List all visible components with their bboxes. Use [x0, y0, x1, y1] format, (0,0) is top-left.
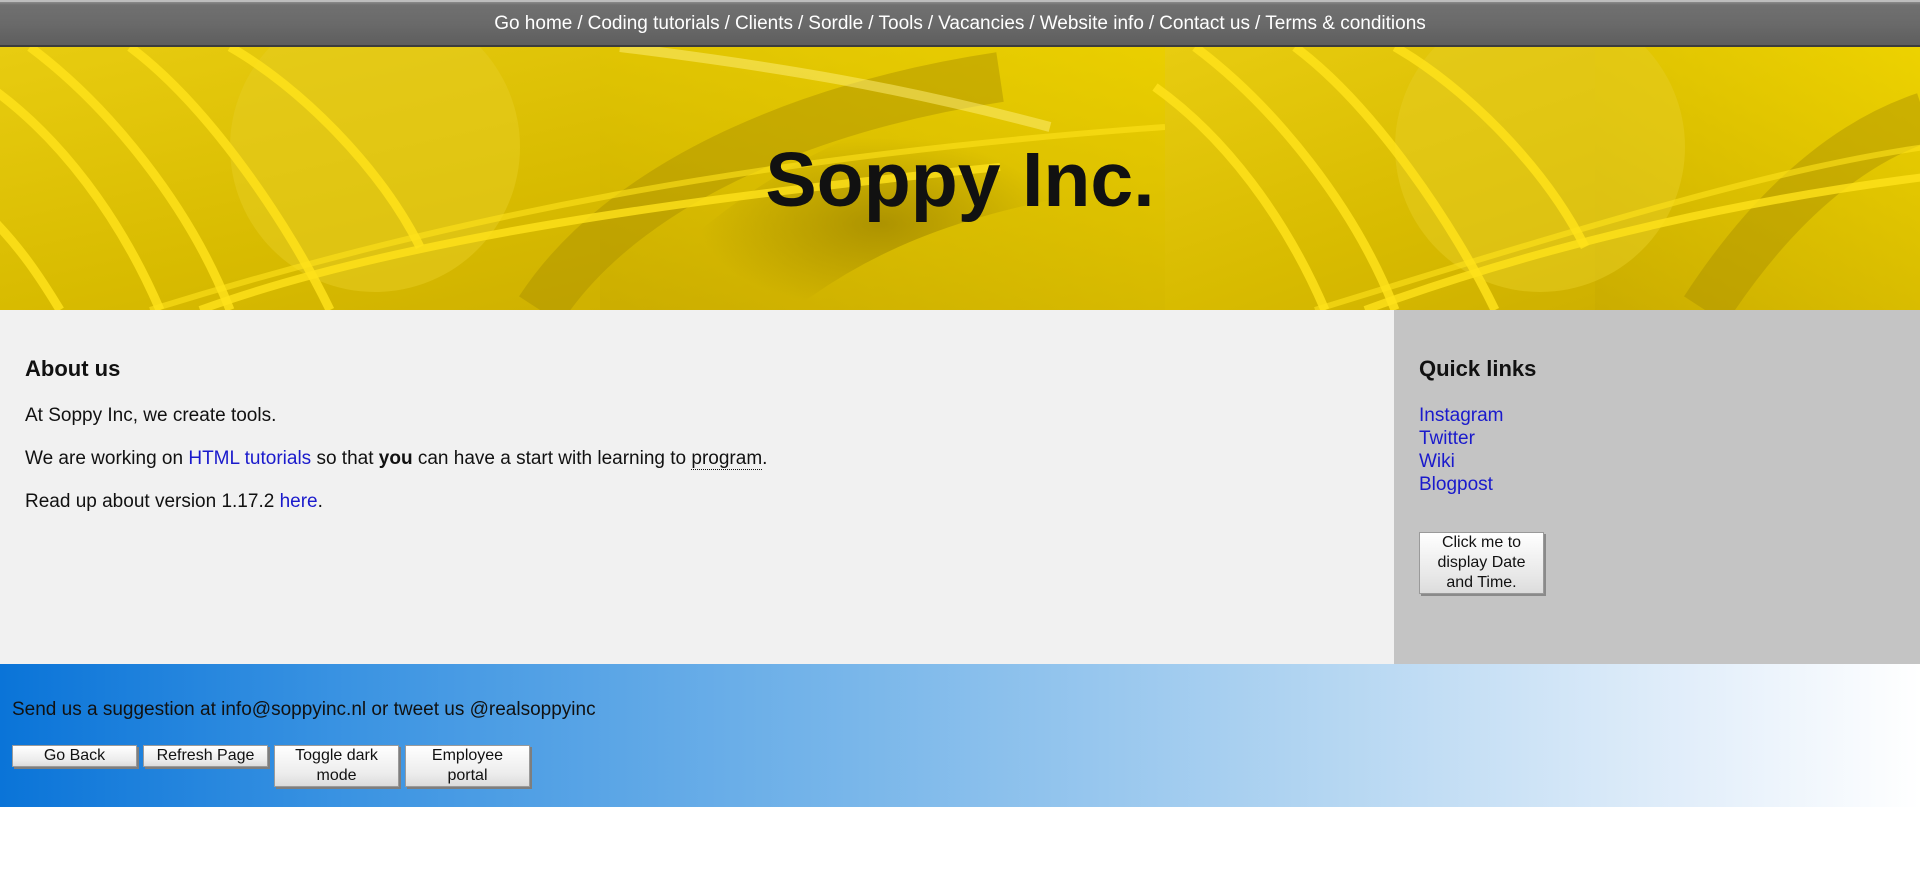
- about-line-2-pre: We are working on: [25, 448, 189, 469]
- about-line-2-end: .: [762, 448, 768, 469]
- nav-link-terms-conditions[interactable]: Terms & conditions: [1265, 13, 1426, 35]
- footer-button-row: Go Back Refresh Page Toggle dark mode Em…: [12, 745, 1908, 787]
- nav-link-website-info[interactable]: Website info: [1040, 13, 1144, 35]
- about-line-3-pre: Read up about version 1.17.2: [25, 491, 280, 512]
- display-date-time-button[interactable]: Click me to display Date and Time.: [1419, 532, 1544, 594]
- nav-separator: /: [927, 12, 934, 34]
- version-here-link[interactable]: here: [280, 491, 318, 512]
- nav-link-vacancies[interactable]: Vacancies: [938, 13, 1024, 35]
- quick-link-instagram[interactable]: Instagram: [1419, 404, 1895, 427]
- program-abbreviation[interactable]: program: [691, 448, 763, 470]
- quick-links-heading: Quick links: [1419, 356, 1537, 381]
- nav-separator: /: [798, 12, 804, 34]
- site-title: Soppy Inc.: [0, 47, 1920, 310]
- about-line-1: At Soppy Inc, we create tools.: [25, 404, 1369, 427]
- refresh-page-button[interactable]: Refresh Page: [143, 745, 268, 767]
- nav-separator: /: [577, 12, 583, 34]
- quick-link-wiki[interactable]: Wiki: [1419, 450, 1895, 473]
- about-line-2: We are working on HTML tutorials so that…: [25, 447, 1369, 470]
- nav-link-go-home[interactable]: Go home: [494, 13, 572, 35]
- site-title-text: Soppy Inc.: [765, 137, 1155, 223]
- nav-link-contact-us[interactable]: Contact us: [1159, 13, 1250, 35]
- about-line-2-mid2: can have a start with learning to: [412, 448, 692, 469]
- nav-separator: /: [1029, 12, 1035, 34]
- toggle-dark-mode-button[interactable]: Toggle dark mode: [274, 745, 399, 787]
- nav-separator: /: [1255, 12, 1261, 34]
- quick-links-list: Instagram Twitter Wiki Blogpost: [1419, 404, 1895, 496]
- about-line-1-text: At Soppy Inc, we create tools.: [25, 405, 277, 426]
- quick-links-section: Quick links Instagram Twitter Wiki Blogp…: [1394, 310, 1920, 664]
- banner: Soppy Inc.: [0, 47, 1920, 310]
- about-line-2-bold: you: [378, 448, 413, 469]
- about-line-3: Read up about version 1.17.2 here.: [25, 490, 1369, 513]
- nav-link-sordle[interactable]: Sordle: [808, 13, 863, 35]
- about-section: About us At Soppy Inc, we create tools. …: [0, 310, 1394, 664]
- nav-link-tools[interactable]: Tools: [879, 13, 923, 35]
- employee-portal-button[interactable]: Employee portal: [405, 745, 530, 787]
- footer-suggestion-text: Send us a suggestion at info@soppyinc.nl…: [12, 699, 596, 720]
- top-navigation: Go home / Coding tutorials / Clients / S…: [0, 0, 1920, 47]
- about-heading: About us: [25, 356, 121, 381]
- quick-link-blogpost[interactable]: Blogpost: [1419, 473, 1895, 496]
- quick-link-twitter[interactable]: Twitter: [1419, 427, 1895, 450]
- about-line-3-end: .: [317, 491, 323, 512]
- nav-separator: /: [868, 12, 874, 34]
- about-line-2-mid: so that: [311, 448, 379, 469]
- nav-link-clients[interactable]: Clients: [735, 13, 793, 35]
- footer: Send us a suggestion at info@soppyinc.nl…: [0, 664, 1920, 807]
- nav-link-coding-tutorials[interactable]: Coding tutorials: [588, 13, 720, 35]
- go-back-button[interactable]: Go Back: [12, 745, 137, 767]
- html-tutorials-link[interactable]: HTML tutorials: [188, 448, 311, 469]
- nav-separator: /: [1148, 12, 1155, 34]
- nav-separator: /: [724, 12, 730, 34]
